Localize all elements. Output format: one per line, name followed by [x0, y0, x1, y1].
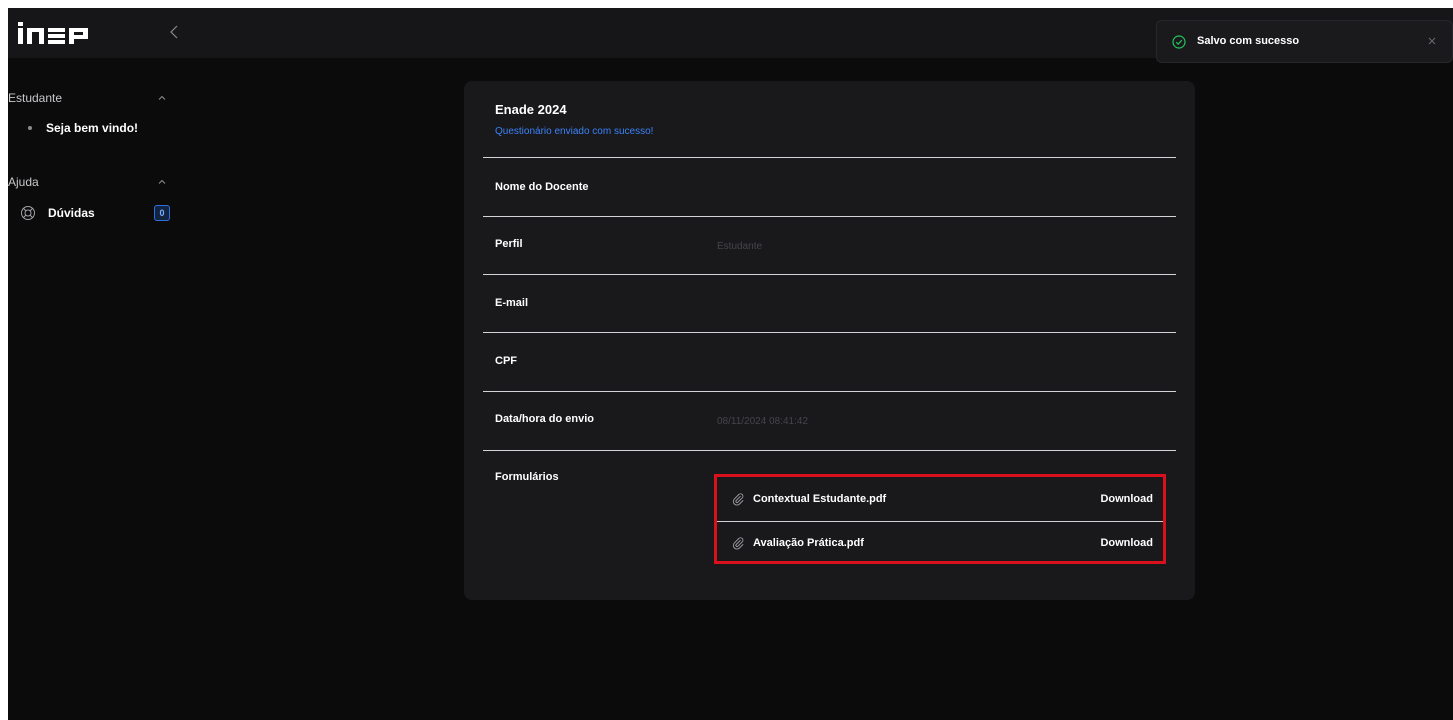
- toast-message: Salvo com sucesso: [1197, 35, 1300, 47]
- paperclip-icon: [731, 492, 745, 506]
- download-button[interactable]: Download: [1100, 493, 1153, 505]
- field-label-nome-docente: Nome do Docente: [495, 181, 589, 193]
- field-label-data-hora: Data/hora do envio: [495, 413, 595, 425]
- field-value-perfil: Estudante: [717, 241, 763, 252]
- sidebar-section-estudante[interactable]: Estudante: [8, 88, 168, 108]
- field-label-formularios: Formulários: [495, 471, 559, 483]
- app-window: Estudante Seja bem vindo! Ajuda Dúvidas …: [8, 8, 1453, 720]
- success-message: Questionário enviado com sucesso!: [495, 126, 654, 137]
- download-button[interactable]: Download: [1100, 537, 1153, 549]
- sidebar-item-seja-bem-vindo[interactable]: Seja bem vindo!: [8, 117, 170, 139]
- field-value-data-hora: 08/11/2024 08:41:42: [717, 416, 809, 427]
- file-row: Avaliação Prática.pdf Download: [717, 521, 1163, 564]
- bullet-dot-icon: [28, 126, 32, 130]
- sidebar-item-label: Dúvidas: [48, 206, 95, 220]
- divider: [483, 216, 1176, 217]
- divider: [483, 391, 1176, 392]
- success-toast: Salvo com sucesso: [1156, 20, 1453, 63]
- file-name[interactable]: Avaliação Prática.pdf: [753, 537, 864, 549]
- check-circle-icon: [1172, 35, 1186, 49]
- field-label-email: E-mail: [495, 297, 529, 309]
- submission-card: Enade 2024 Questionário enviado com suce…: [464, 81, 1195, 600]
- sidebar-section-title: Ajuda: [8, 175, 39, 189]
- sidebar-section-ajuda[interactable]: Ajuda: [8, 172, 168, 192]
- close-icon: [1428, 37, 1436, 45]
- divider: [483, 274, 1176, 275]
- close-button[interactable]: [1424, 33, 1440, 49]
- chevron-left-icon: [170, 25, 178, 39]
- sidebar-section-title: Estudante: [8, 91, 63, 105]
- divider: [483, 450, 1176, 451]
- file-row: Contextual Estudante.pdf Download: [717, 478, 1163, 520]
- paperclip-icon: [731, 536, 745, 550]
- sidebar-collapse-button[interactable]: [164, 20, 184, 44]
- lifebuoy-icon: [21, 206, 35, 220]
- files-list: Contextual Estudante.pdf Download Avalia…: [714, 474, 1166, 564]
- count-badge: 0: [154, 205, 170, 221]
- sidebar-item-duvidas[interactable]: Dúvidas 0: [8, 202, 170, 224]
- card-title: Enade 2024: [495, 102, 567, 117]
- field-label-perfil: Perfil: [495, 238, 523, 250]
- inep-logo[interactable]: [18, 22, 108, 44]
- divider: [483, 332, 1176, 333]
- field-label-cpf: CPF: [495, 355, 517, 367]
- file-name[interactable]: Contextual Estudante.pdf: [753, 493, 886, 505]
- sidebar: Estudante Seja bem vindo! Ajuda Dúvidas …: [8, 58, 180, 720]
- chevron-up-icon: [158, 179, 166, 184]
- inep-logo-mark: [18, 22, 88, 44]
- chevron-up-icon: [158, 95, 166, 100]
- sidebar-item-label: Seja bem vindo!: [46, 121, 139, 135]
- divider: [483, 157, 1176, 158]
